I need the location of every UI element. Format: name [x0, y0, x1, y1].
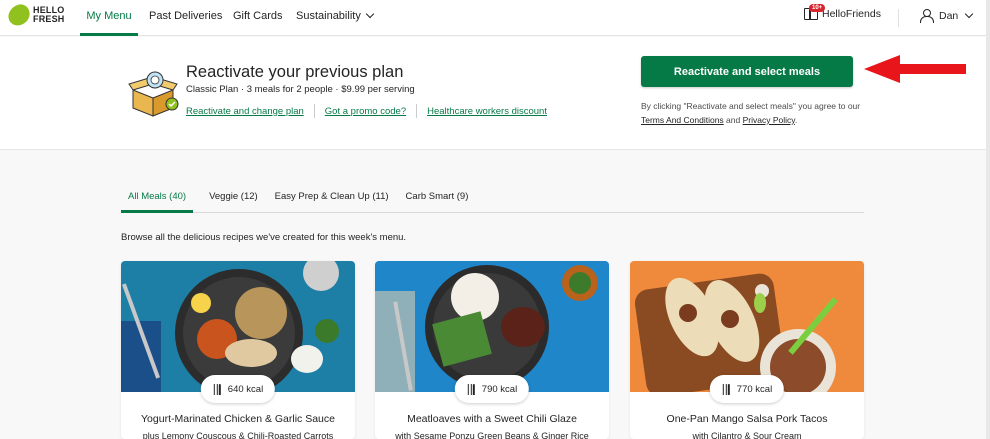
plan-summary: Classic Plan · 3 meals for 2 people · $9…: [186, 84, 415, 95]
tab-carb-smart[interactable]: Carb Smart (9): [405, 184, 470, 213]
banner-links: Reactivate and change plan Got a promo c…: [186, 104, 547, 118]
calorie-badge: 770 kcal: [709, 375, 785, 403]
link-separator: [416, 104, 418, 118]
nav-gift-cards[interactable]: Gift Cards: [233, 0, 283, 36]
tab-all-meals[interactable]: All Meals (40): [121, 184, 194, 213]
nav-my-menu[interactable]: My Menu: [80, 0, 138, 36]
utensils-icon: [213, 383, 222, 395]
recipe-title: One-Pan Mango Salsa Pork Tacos: [666, 413, 828, 425]
friends-badge: 10+: [809, 4, 826, 12]
nav-divider: [898, 9, 899, 27]
calorie-value: 770 kcal: [736, 383, 773, 395]
recipe-subtitle: with Sesame Ponzu Green Beans & Ginger R…: [395, 431, 589, 439]
reactivate-select-meals-button[interactable]: Reactivate and select meals: [641, 56, 853, 87]
hellofriends-label: HelloFriends: [822, 8, 881, 20]
recipe-card[interactable]: 770 kcal One-Pan Mango Salsa Pork Tacos …: [630, 261, 864, 439]
lime-leaf-icon: [5, 1, 33, 29]
nav-sustainability[interactable]: Sustainability: [296, 0, 375, 36]
user-icon: [920, 9, 934, 23]
logo-text: HELLO FRESH: [33, 5, 65, 24]
utensils-icon: [722, 383, 731, 395]
banner-title: Reactivate your previous plan: [186, 63, 404, 81]
recipe-title: Yogurt-Marinated Chicken & Garlic Sauce: [141, 413, 335, 425]
reactivate-change-plan-link[interactable]: Reactivate and change plan: [186, 106, 304, 117]
page-scrollbar[interactable]: [986, 0, 990, 439]
healthcare-discount-link[interactable]: Healthcare workers discount: [427, 106, 547, 117]
nav-sustainability-label: Sustainability: [296, 10, 361, 22]
calorie-badge: 640 kcal: [200, 375, 276, 403]
utensils-icon: [467, 383, 476, 395]
hellofresh-logo[interactable]: HELLO FRESH: [5, 1, 73, 29]
recipe-card[interactable]: 640 kcal Yogurt-Marinated Chicken & Garl…: [121, 261, 355, 439]
reactivate-banner: Reactivate your previous plan Classic Pl…: [0, 37, 990, 150]
recipe-subtitle: plus Lemony Couscous & Chili-Roasted Car…: [142, 431, 334, 439]
user-name: Dan: [939, 9, 959, 22]
browse-description: Browse all the delicious recipes we've c…: [121, 232, 407, 243]
delivery-box-illustration: [128, 71, 179, 117]
legal-prefix: By clicking "Reactivate and select meals…: [641, 101, 861, 111]
privacy-link[interactable]: Privacy Policy: [743, 115, 795, 125]
chevron-down-icon: [965, 9, 974, 18]
legal-text: By clicking "Reactivate and select meals…: [641, 99, 861, 127]
red-arrow-annotation: [864, 55, 966, 83]
user-menu[interactable]: Dan: [920, 9, 974, 23]
legal-and: and: [723, 115, 743, 125]
recipe-image: [375, 261, 609, 392]
tab-veggie[interactable]: Veggie (12): [208, 184, 259, 213]
calorie-badge: 790 kcal: [454, 375, 530, 403]
legal-suffix: .: [794, 115, 798, 125]
terms-link[interactable]: Terms And Conditions: [641, 115, 724, 125]
calorie-value: 640 kcal: [227, 383, 264, 395]
recipe-title: Meatloaves with a Sweet Chili Glaze: [407, 413, 577, 425]
top-nav: HELLO FRESH My Menu Past Deliveries Gift…: [0, 0, 990, 36]
recipe-image: [121, 261, 355, 392]
promo-code-link[interactable]: Got a promo code?: [325, 106, 406, 117]
menu-tabs: All Meals (40) Veggie (12) Easy Prep & C…: [121, 184, 864, 213]
nav-past-deliveries[interactable]: Past Deliveries: [149, 0, 222, 36]
chevron-down-icon: [365, 9, 375, 19]
calorie-value: 790 kcal: [481, 383, 518, 395]
recipe-subtitle: with Cilantro & Sour Cream: [692, 431, 802, 439]
link-separator: [313, 104, 315, 118]
tab-easy-prep[interactable]: Easy Prep & Clean Up (11): [274, 184, 390, 213]
recipe-card[interactable]: 790 kcal Meatloaves with a Sweet Chili G…: [375, 261, 609, 439]
recipe-image: [630, 261, 864, 392]
